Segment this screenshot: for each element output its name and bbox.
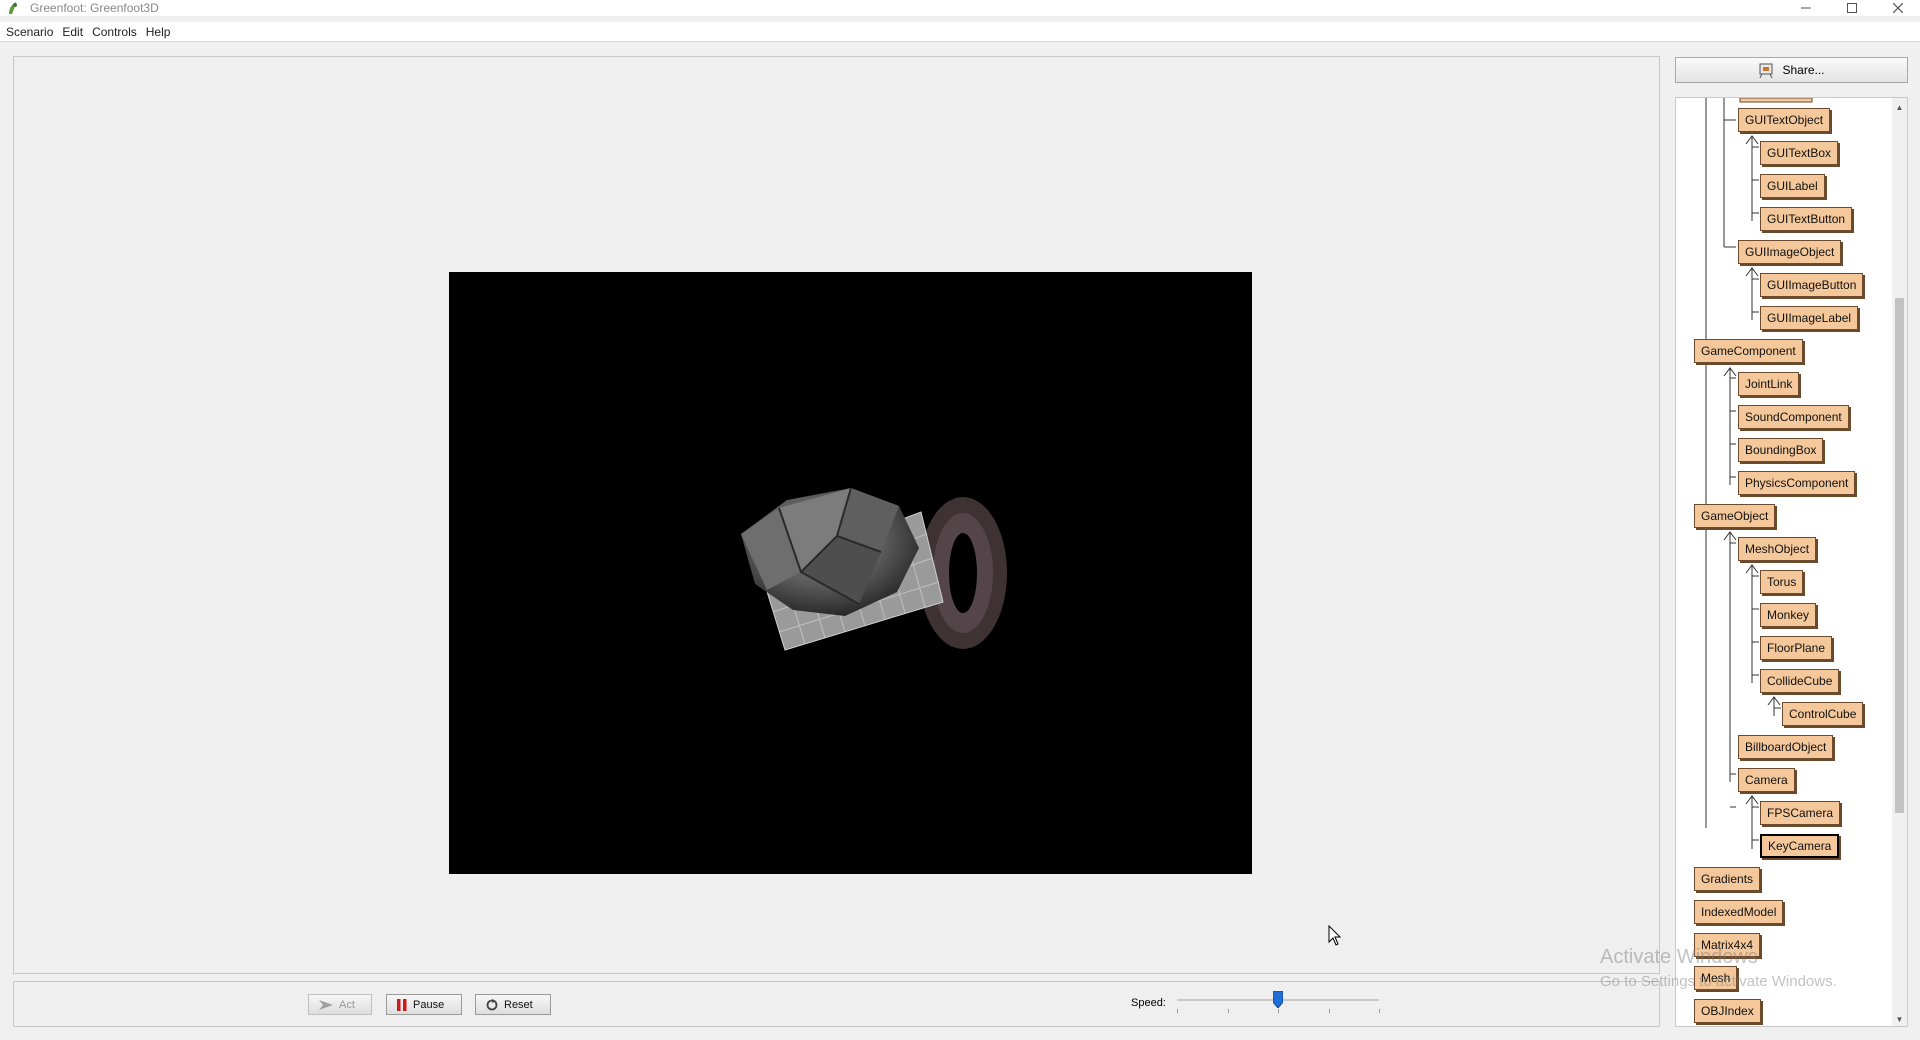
speed-slider-tick bbox=[1379, 1009, 1380, 1013]
class-gradients[interactable]: Gradients bbox=[1694, 867, 1761, 891]
share-label: Share... bbox=[1782, 63, 1825, 77]
class-guitextbutton[interactable]: GUITextButton bbox=[1760, 207, 1853, 231]
share-icon bbox=[1759, 63, 1773, 78]
class-soundcomponent[interactable]: SoundComponent bbox=[1738, 405, 1849, 429]
class-diagram-panel: GUITextObject GUITextBox GUILabel GUITex… bbox=[1675, 97, 1908, 1027]
speed-label: Speed: bbox=[1131, 997, 1166, 1009]
menu-controls[interactable]: Controls bbox=[92, 25, 137, 39]
class-guitextbox[interactable]: GUITextBox bbox=[1760, 141, 1839, 165]
class-guitextobject[interactable]: GUITextObject bbox=[1738, 108, 1831, 132]
pause-icon bbox=[397, 998, 407, 1011]
class-indexedmodel[interactable]: IndexedModel bbox=[1694, 900, 1784, 924]
class-guilabel[interactable]: GUILabel bbox=[1760, 174, 1825, 198]
reset-button[interactable]: Reset bbox=[475, 994, 551, 1015]
world-panel bbox=[13, 56, 1660, 974]
menu-scenario[interactable]: Scenario bbox=[6, 25, 53, 39]
speed-slider-tick bbox=[1278, 1009, 1279, 1013]
class-gamecomponent[interactable]: GameComponent bbox=[1694, 339, 1803, 363]
class-torus[interactable]: Torus bbox=[1760, 570, 1804, 594]
speed-slider-tick bbox=[1328, 1009, 1330, 1013]
greenfoot-app-icon bbox=[9, 2, 17, 14]
class-collidecube[interactable]: CollideCube bbox=[1760, 669, 1840, 693]
class-billboardobject[interactable]: BillboardObject bbox=[1738, 735, 1834, 759]
scroll-up-icon[interactable]: ▲ bbox=[1892, 100, 1907, 114]
speed-slider-tick bbox=[1227, 1009, 1229, 1013]
world-canvas[interactable] bbox=[449, 272, 1252, 874]
class-guiimagebutton[interactable]: GUIImageButton bbox=[1760, 273, 1864, 297]
menu-edit[interactable]: Edit bbox=[62, 25, 83, 39]
mouse-cursor-icon bbox=[1328, 925, 1342, 946]
close-button[interactable] bbox=[1876, 0, 1920, 16]
class-monkey[interactable]: Monkey bbox=[1760, 603, 1817, 627]
class-gameobject[interactable]: GameObject bbox=[1694, 504, 1776, 528]
activation-watermark-subtitle: Go to Settings to activate Windows. bbox=[1600, 973, 1837, 990]
speed-slider-tick bbox=[1177, 1009, 1178, 1013]
minimize-icon bbox=[1801, 7, 1811, 9]
class-boundingbox[interactable]: BoundingBox bbox=[1738, 438, 1824, 462]
class-meshobject[interactable]: MeshObject bbox=[1738, 537, 1817, 561]
title-bar: Greenfoot: Greenfoot3D bbox=[0, 0, 1920, 16]
class-controlcube[interactable]: ControlCube bbox=[1782, 702, 1864, 726]
class-camera[interactable]: Camera bbox=[1738, 768, 1795, 792]
control-bar: Act Pause Reset Speed: bbox=[13, 981, 1660, 1027]
share-button[interactable]: Share... bbox=[1675, 57, 1908, 83]
class-jointlink[interactable]: JointLink bbox=[1738, 372, 1800, 396]
class-physicscomponent[interactable]: PhysicsComponent bbox=[1738, 471, 1856, 495]
class-keycamera[interactable]: KeyCamera bbox=[1760, 834, 1840, 858]
pause-button[interactable]: Pause bbox=[386, 994, 462, 1015]
reset-icon bbox=[486, 998, 498, 1010]
class-panel-scrollbar[interactable]: ▲ ▼ bbox=[1892, 98, 1907, 1026]
class-guiimagelabel[interactable]: GUIImageLabel bbox=[1760, 306, 1859, 330]
pause-label: Pause bbox=[413, 998, 445, 1011]
maximize-icon bbox=[1847, 3, 1857, 13]
class-guiimageobject[interactable]: GUIImageObject bbox=[1738, 240, 1842, 264]
close-icon bbox=[1893, 3, 1903, 13]
scene-render bbox=[741, 487, 1007, 651]
menu-bar: Scenario Edit Controls Help bbox=[0, 22, 1920, 42]
window-title: Greenfoot: Greenfoot3D bbox=[30, 1, 159, 15]
activation-watermark-title: Activate Windows bbox=[1600, 946, 1758, 968]
scrollbar-thumb[interactable] bbox=[1895, 298, 1904, 813]
maximize-button[interactable] bbox=[1830, 0, 1874, 16]
minimize-button[interactable] bbox=[1784, 0, 1828, 16]
scroll-down-icon[interactable]: ▼ bbox=[1892, 1012, 1907, 1026]
act-button[interactable]: Act bbox=[308, 994, 372, 1015]
reset-label: Reset bbox=[504, 998, 533, 1011]
speed-slider[interactable] bbox=[1177, 990, 1380, 1020]
speed-slider-thumb[interactable] bbox=[1273, 991, 1283, 1008]
act-icon bbox=[319, 999, 333, 1010]
class-fpscamera[interactable]: FPSCamera bbox=[1760, 801, 1841, 825]
menu-help[interactable]: Help bbox=[146, 25, 171, 39]
act-label: Act bbox=[339, 998, 355, 1011]
class-objindex[interactable]: OBJIndex bbox=[1694, 999, 1761, 1023]
class-floorplane[interactable]: FloorPlane bbox=[1760, 636, 1833, 660]
